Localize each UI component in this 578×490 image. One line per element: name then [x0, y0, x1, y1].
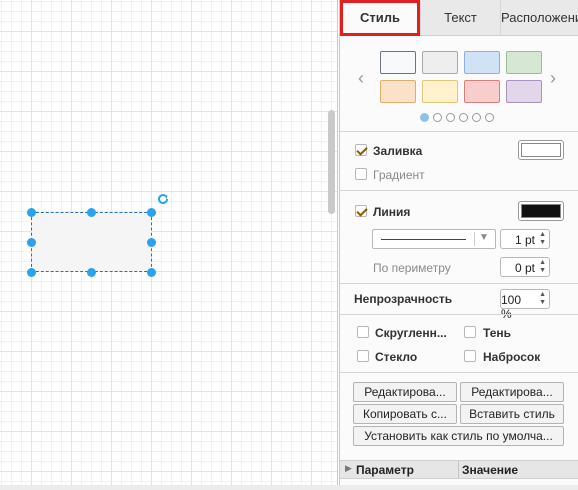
style-swatch[interactable]: [464, 51, 500, 74]
tab-text[interactable]: Текст: [420, 0, 500, 36]
line-color-button[interactable]: [518, 201, 564, 221]
rotate-icon[interactable]: [156, 192, 170, 206]
chevron-down-icon: ▼: [479, 232, 489, 243]
shadow-label: Тень: [483, 326, 512, 340]
perimeter-label: По периметру: [373, 261, 451, 275]
gradient-label: Градиент: [373, 168, 425, 182]
resize-handle[interactable]: [147, 238, 156, 247]
style-swatch[interactable]: [422, 80, 458, 103]
opacity-stepper[interactable]: 100 % ▲ ▼: [500, 289, 550, 321]
set-default-style-button[interactable]: Установить как стиль по умолча...: [353, 426, 564, 446]
sketch-checkbox[interactable]: [464, 350, 476, 362]
fill-color-button[interactable]: [518, 140, 564, 160]
style-swatch[interactable]: [380, 80, 416, 103]
properties-table-header: ▶ Параметр Значение: [340, 460, 578, 479]
line-color-preview: [521, 204, 561, 218]
line-width-stepper[interactable]: 1 pt ▲ ▼: [500, 229, 550, 249]
rounded-checkbox[interactable]: [357, 326, 369, 338]
style-swatch[interactable]: [380, 51, 416, 74]
column-header-parameter[interactable]: Параметр: [356, 463, 414, 477]
selected-rectangle-shape[interactable]: [31, 212, 152, 272]
style-swatch[interactable]: [464, 80, 500, 103]
shadow-checkbox[interactable]: [464, 326, 476, 338]
divider: [340, 283, 578, 284]
line-label: Линия: [373, 205, 411, 219]
style-swatch[interactable]: [422, 51, 458, 74]
resize-handle[interactable]: [87, 208, 96, 217]
chevron-right-icon[interactable]: ›: [550, 68, 556, 89]
rounded-label: Скругленн...: [375, 326, 447, 340]
swatch-page-dots: [420, 113, 494, 122]
paste-style-button[interactable]: Вставить стиль: [460, 404, 564, 424]
page-dot[interactable]: [485, 113, 494, 122]
page-dot[interactable]: [459, 113, 468, 122]
opacity-label: Непрозрачность: [354, 292, 453, 306]
page-dot[interactable]: [446, 113, 455, 122]
fill-color-preview: [521, 143, 561, 157]
resize-handle[interactable]: [27, 268, 36, 277]
resize-handle[interactable]: [27, 238, 36, 247]
tab-arrange[interactable]: Расположение: [500, 0, 578, 36]
edit-style-button[interactable]: Редактирова...: [353, 382, 457, 402]
format-panel: Стиль Текст Расположение ‹ › Заливка Гра…: [339, 0, 578, 490]
fill-checkbox[interactable]: [355, 144, 367, 156]
glass-label: Стекло: [375, 350, 418, 364]
style-swatches: ‹ ›: [340, 48, 578, 128]
line-pattern-preview: [381, 239, 466, 240]
line-pattern-select[interactable]: ▼: [372, 229, 496, 249]
style-swatch[interactable]: [506, 51, 542, 74]
resize-handle[interactable]: [27, 208, 36, 217]
divider: [340, 314, 578, 315]
panel-tabs: Стиль Текст Расположение: [340, 0, 578, 38]
divider: [340, 372, 578, 373]
stepper-arrows-icon[interactable]: ▲ ▼: [539, 231, 546, 247]
glass-checkbox[interactable]: [357, 350, 369, 362]
page-dot[interactable]: [472, 113, 481, 122]
page-dot[interactable]: [420, 113, 429, 122]
resize-handle[interactable]: [147, 268, 156, 277]
drawing-canvas[interactable]: [0, 0, 338, 490]
resize-handle[interactable]: [87, 268, 96, 277]
divider: [340, 131, 578, 132]
triangle-right-icon[interactable]: ▶: [345, 463, 352, 474]
fill-label: Заливка: [373, 144, 423, 158]
line-checkbox[interactable]: [355, 205, 367, 217]
resize-handle[interactable]: [147, 208, 156, 217]
page-dot[interactable]: [433, 113, 442, 122]
canvas-scrollbar[interactable]: [328, 110, 335, 214]
tab-style[interactable]: Стиль: [340, 0, 420, 36]
divider: [340, 190, 578, 191]
style-swatch[interactable]: [506, 80, 542, 103]
gradient-checkbox[interactable]: [355, 168, 367, 180]
chevron-left-icon[interactable]: ‹: [358, 68, 364, 89]
stepper-arrows-icon[interactable]: ▲ ▼: [539, 259, 546, 275]
horizontal-scrollbar[interactable]: [0, 485, 578, 490]
column-header-value[interactable]: Значение: [462, 463, 518, 477]
edit-data-button[interactable]: Редактирова...: [460, 382, 564, 402]
sketch-label: Набросок: [483, 350, 541, 364]
copy-style-button[interactable]: Копировать с...: [353, 404, 457, 424]
stepper-arrows-icon[interactable]: ▲ ▼: [539, 291, 546, 307]
perimeter-stepper[interactable]: 0 pt ▲ ▼: [500, 257, 550, 277]
